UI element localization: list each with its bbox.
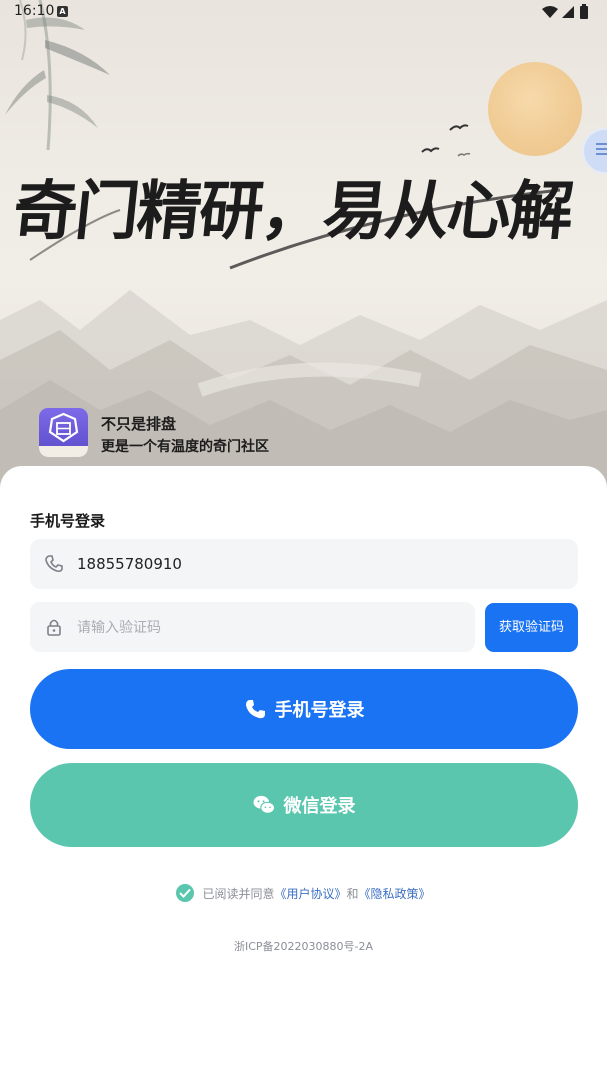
- check-icon[interactable]: [176, 884, 195, 902]
- wechat-login-label: 微信登录: [283, 796, 356, 817]
- login-section-title: 手机号登录: [30, 512, 106, 530]
- agreement-prefix: 已阅读并同意: [202, 886, 275, 901]
- code-input[interactable]: [77, 602, 457, 652]
- notification-badge: A: [57, 6, 68, 17]
- user-agreement-link[interactable]: 《用户协议》: [274, 885, 346, 902]
- get-code-button[interactable]: 获取验证码: [485, 603, 578, 652]
- code-field[interactable]: [30, 602, 475, 652]
- menu-icon[interactable]: [596, 143, 607, 157]
- wechat-icon: [252, 795, 275, 814]
- brand-title: 不只是排盘: [101, 415, 177, 433]
- phone-input[interactable]: [77, 539, 457, 589]
- icp-record: 浙ICP备2022030880号-2A: [233, 940, 374, 953]
- signal-icon: [562, 6, 574, 18]
- status-time: 16:10: [14, 3, 55, 19]
- phone-icon: [245, 700, 265, 719]
- status-icons: [542, 4, 588, 19]
- mountain-illustration: [0, 290, 607, 500]
- phone-field[interactable]: [30, 539, 578, 589]
- brand-subtitle: 更是一个有温度的奇门社区: [101, 439, 269, 455]
- agreement-row: 已阅读并同意 《用户协议》 和 《隐私政策》: [0, 884, 607, 905]
- hero-banner: 奇门精研，易从心解 16:10 A 不只是排盘 更是一个有温度的奇门社区: [0, 0, 607, 500]
- battery-icon: [580, 4, 588, 19]
- phone-login-button[interactable]: 手机号登录: [30, 669, 578, 749]
- slogan-text: 奇门精研，易从心解: [9, 174, 576, 249]
- status-bar: 16:10 A: [0, 0, 607, 24]
- app-logo-icon: [39, 408, 88, 457]
- wechat-login-button[interactable]: 微信登录: [30, 763, 578, 847]
- phone-icon: [45, 555, 63, 573]
- lock-icon: [47, 619, 61, 636]
- sun-illustration: [488, 62, 582, 156]
- wifi-icon: [542, 6, 558, 18]
- privacy-policy-link[interactable]: 《隐私政策》: [359, 885, 431, 902]
- agreement-and: 和: [346, 886, 359, 901]
- login-card: 手机号登录 获取验证码 手机号登录 微信登录: [0, 466, 607, 1080]
- phone-login-label: 手机号登录: [274, 700, 365, 721]
